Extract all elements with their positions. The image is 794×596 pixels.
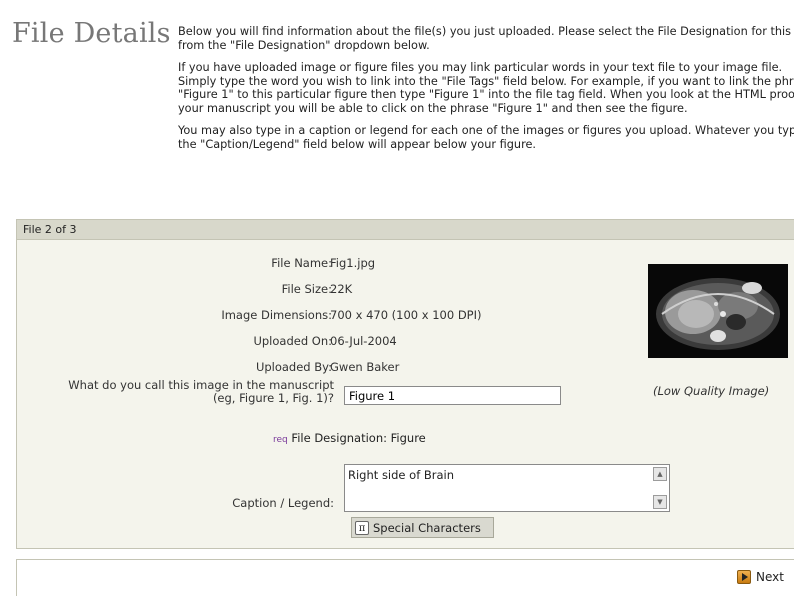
caption-text[interactable]: Right side of Brain [348, 468, 454, 482]
file-details-panel: File 2 of 3 File Name: Fig1.jpg File Siz… [16, 219, 794, 549]
image-dimensions-label: Image Dimensions: [221, 308, 332, 322]
pi-icon: π [355, 520, 369, 535]
caption-scrollbar[interactable]: ▲ ▼ [653, 467, 667, 509]
manuscript-name-label: What do you call this image in the manus… [17, 379, 334, 405]
low-quality-image-link[interactable]: (Low Quality Image) [653, 384, 769, 398]
image-dimensions-value: 700 x 470 (100 x 100 DPI) [330, 308, 482, 322]
uploaded-by-value: Gwen Baker [330, 360, 400, 374]
uploaded-on-value: 06-Jul-2004 [330, 334, 397, 348]
scroll-down-icon[interactable]: ▼ [653, 495, 667, 509]
manuscript-name-input[interactable] [344, 386, 561, 405]
file-size-value: 22K [330, 282, 353, 296]
footer-bar: Next [16, 559, 794, 596]
page-header: File Details Below you will find informa… [0, 0, 794, 210]
file-name-label: File Name: [271, 256, 332, 270]
uploaded-on-label: Uploaded On: [253, 334, 332, 348]
page-title: File Details [12, 18, 171, 49]
next-label: Next [756, 570, 784, 584]
file-designation: req File Designation: Figure [273, 431, 426, 445]
required-marker: req [273, 435, 288, 445]
caption-label: Caption / Legend: [232, 496, 334, 510]
intro-paragraph-1: Below you will find information about th… [178, 25, 794, 52]
scroll-up-icon[interactable]: ▲ [653, 467, 667, 481]
special-characters-button[interactable]: π Special Characters [351, 517, 494, 538]
intro-paragraph-2: If you have uploaded image or figure fil… [178, 61, 794, 115]
file-size-label: File Size: [281, 282, 332, 296]
next-button[interactable]: Next [737, 570, 784, 584]
special-characters-label: Special Characters [373, 520, 481, 535]
manuscript-name-label-line2: (eg, Figure 1, Fig. 1)? [212, 391, 334, 405]
uploaded-by-label: Uploaded By: [255, 360, 332, 374]
panel-title: File 2 of 3 [17, 220, 794, 240]
file-name-value: Fig1.jpg [330, 256, 376, 270]
intro-paragraph-3: You may also type in a caption or legend… [178, 124, 794, 151]
file-designation-text: File Designation: Figure [291, 431, 426, 445]
next-arrow-icon [737, 570, 751, 584]
intro-text: Below you will find information about th… [178, 25, 794, 160]
image-thumbnail[interactable] [648, 264, 788, 358]
caption-textarea[interactable]: Right side of Brain ▲ ▼ [344, 464, 670, 512]
